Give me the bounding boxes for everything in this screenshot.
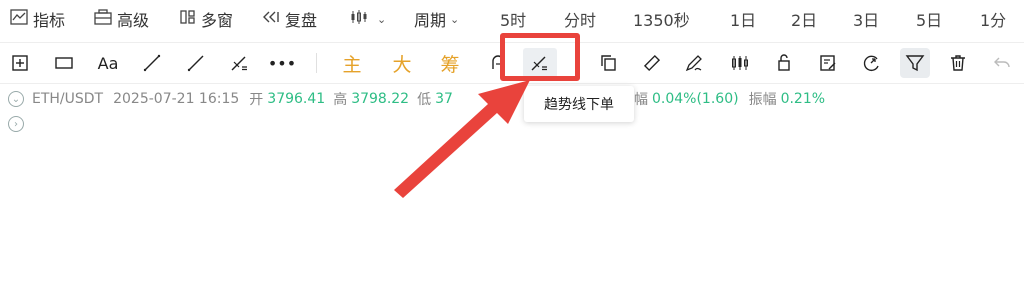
annotation-arrow <box>394 80 530 198</box>
